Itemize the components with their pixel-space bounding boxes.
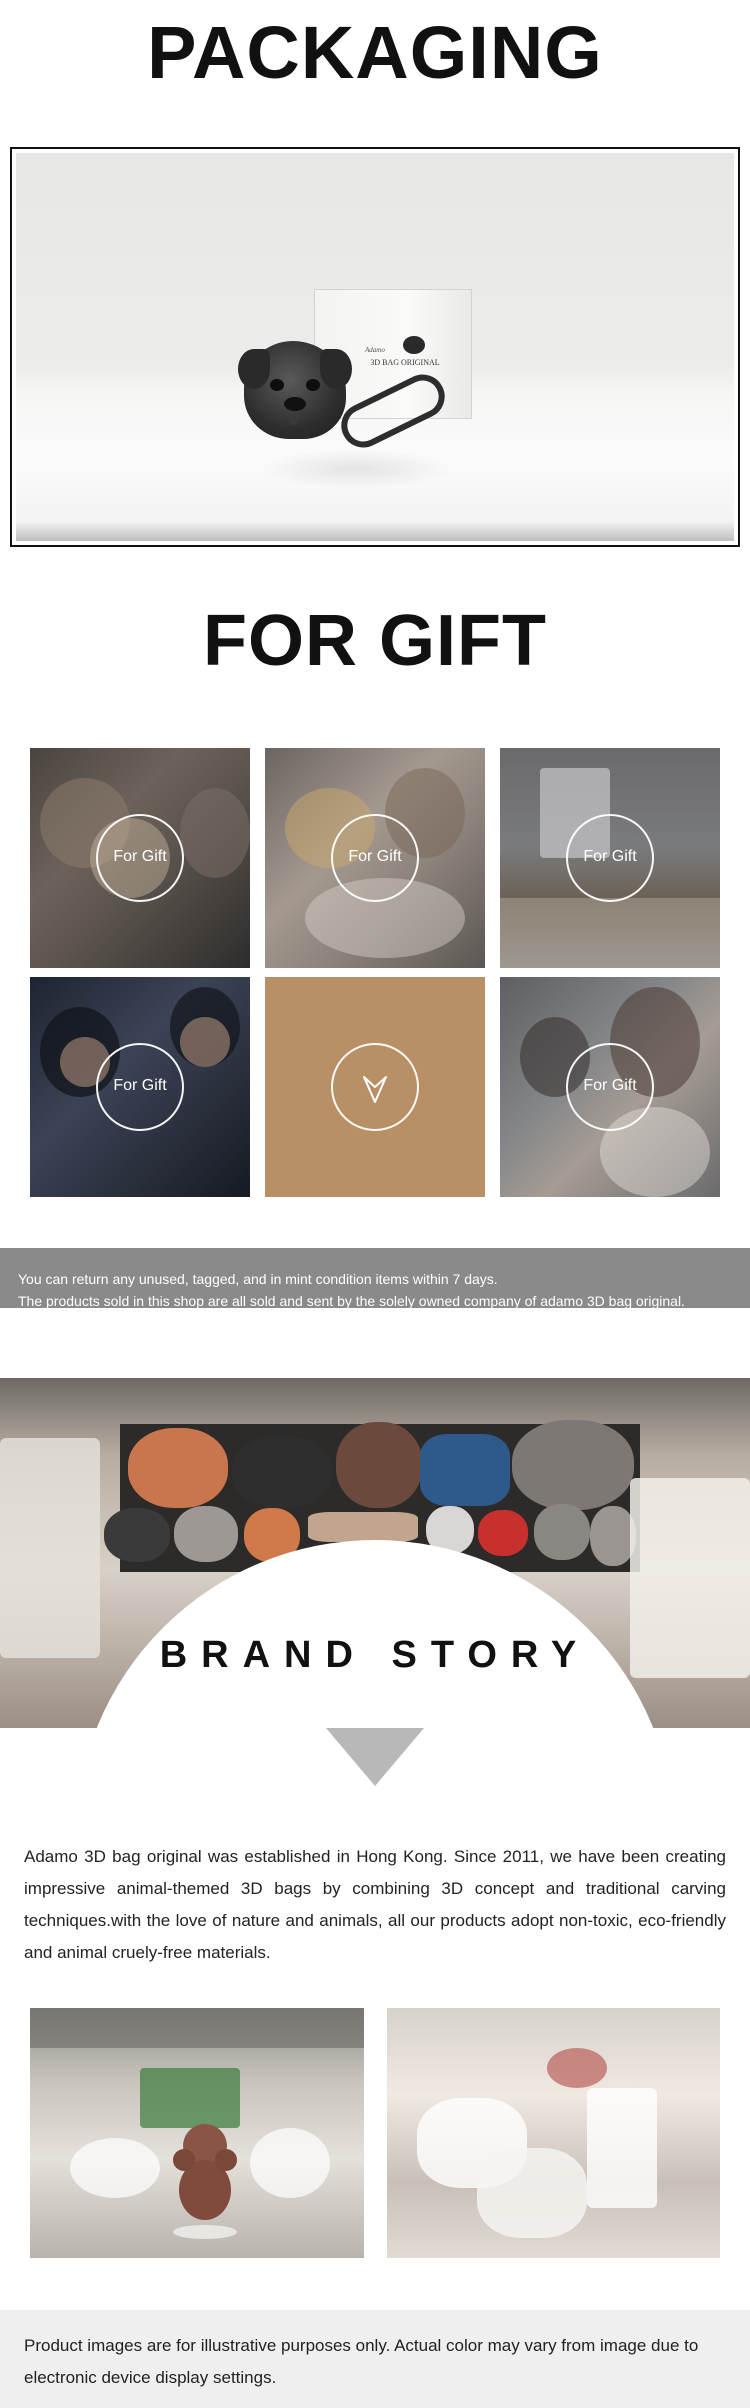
rose-logo-icon xyxy=(403,336,425,354)
brand-story-text: Adamo 3D bag original was established in… xyxy=(24,1847,726,1962)
poodle-statue xyxy=(173,2124,237,2239)
gift-title: FOR GIFT xyxy=(203,601,547,681)
gift-label: For Gift xyxy=(113,1077,167,1094)
chevron-down-icon xyxy=(363,1076,387,1103)
disclaimer-text: Product images are for illustrative purp… xyxy=(24,2336,699,2387)
disclaimer-box: Product images are for illustrative purp… xyxy=(0,2310,750,2408)
gift-tile-family[interactable]: For Gift xyxy=(30,748,250,968)
packaging-scene: Adamo 3D BAG ORIGINAL xyxy=(16,153,734,541)
gift-label: For Gift xyxy=(583,848,637,865)
store-photo-boutique xyxy=(387,2008,720,2258)
gift-tile-friends[interactable]: For Gift xyxy=(30,977,250,1197)
floor-reflection xyxy=(256,449,456,489)
policy-line-1: You can return any unused, tagged, and i… xyxy=(18,1271,498,1287)
pug-bag xyxy=(238,341,352,439)
brand-story-title: BRAND STORY xyxy=(159,1634,591,1676)
gift-label: For Gift xyxy=(113,848,167,865)
gift-tile-office[interactable]: For Gift xyxy=(500,748,720,968)
store-photo-mall xyxy=(30,2008,364,2258)
triangle-down-icon xyxy=(326,1728,424,1786)
gift-label: For Gift xyxy=(348,848,402,865)
gift-label: For Gift xyxy=(583,1077,637,1094)
packaging-photo: Adamo 3D BAG ORIGINAL xyxy=(10,147,740,547)
box-brand-label: 3D BAG ORIGINAL xyxy=(370,358,440,367)
packaging-title: PACKAGING xyxy=(147,11,603,94)
gift-tile-center[interactable] xyxy=(265,977,485,1197)
return-policy-bar: You can return any unused, tagged, and i… xyxy=(0,1248,750,1309)
gift-tile-couple[interactable]: For Gift xyxy=(265,748,485,968)
gift-tile-colleagues[interactable]: For Gift xyxy=(500,977,720,1197)
policy-line-2: The products sold in this shop are all s… xyxy=(18,1293,685,1309)
box-script-label: Adamo xyxy=(365,346,385,354)
